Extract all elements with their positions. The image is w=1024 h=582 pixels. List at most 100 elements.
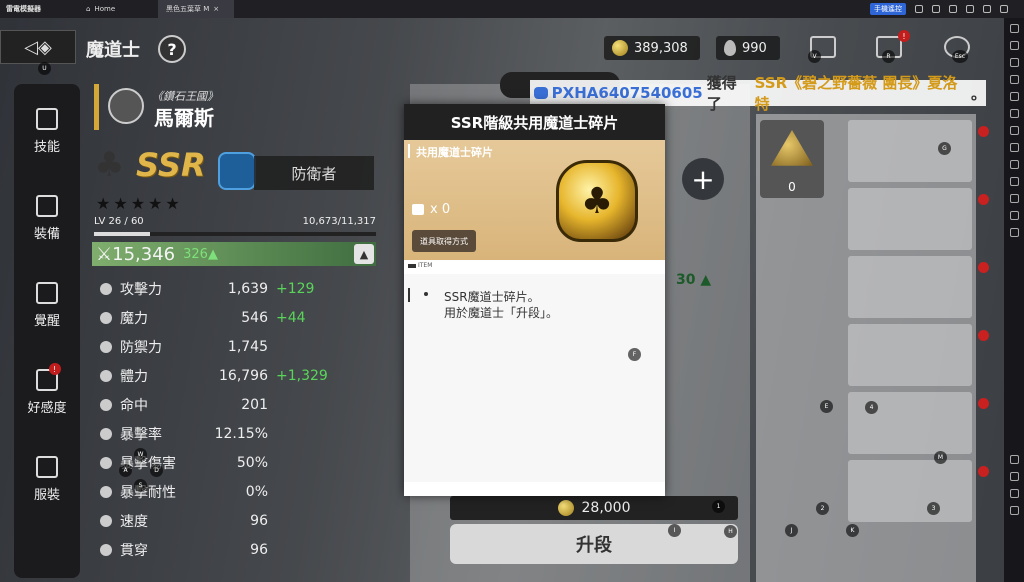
collapse-stats-button[interactable]: ▲	[354, 244, 374, 264]
add-material-button[interactable]: +	[682, 158, 724, 200]
sword-icon: ⚔	[96, 243, 113, 265]
maximize-icon[interactable]	[983, 5, 991, 13]
name-accent-bar	[94, 84, 99, 130]
close-tab-icon[interactable]: ×	[213, 5, 219, 13]
gamepad-icon[interactable]	[915, 5, 923, 13]
gold-coin-icon	[557, 500, 574, 516]
bag-icon	[412, 204, 424, 215]
level-label: LV 26 / 60	[94, 216, 144, 227]
item-quantity-value: x 0	[430, 202, 451, 217]
item-quantity: x 0	[412, 202, 450, 217]
help-button[interactable]: ?	[158, 35, 186, 63]
menu-affinity[interactable]: ! 好感度	[27, 363, 67, 416]
affinity-badge: !	[48, 363, 61, 375]
menu-awaken[interactable]: 覺醒	[34, 282, 60, 329]
list-badge	[978, 126, 989, 137]
user-icon[interactable]	[932, 5, 940, 13]
folder-icon[interactable]	[1009, 194, 1019, 203]
tab-home[interactable]: ⌂ Home	[78, 0, 158, 18]
hotkey-s: S	[134, 479, 147, 492]
emulator-brand: 雷電模擬器	[6, 5, 41, 13]
menu-skills[interactable]: 技能	[34, 108, 60, 155]
item-section-text: ITEM	[418, 262, 433, 269]
hotkey-f: F	[628, 348, 641, 361]
settings-icon[interactable]	[1009, 24, 1019, 33]
back-button[interactable]: ◁◈	[0, 30, 76, 64]
hotkey-a: A	[119, 464, 132, 477]
list-item[interactable]	[848, 188, 972, 250]
role-label: 防衛者	[254, 156, 374, 190]
upgrade-cost-value: 28,000	[581, 500, 631, 516]
stat-row: 體力 16,796 +1,329	[100, 361, 360, 390]
power-increase: 326▲	[183, 246, 218, 262]
home-icon: ⌂	[86, 5, 91, 13]
gem-counter: 990	[716, 36, 780, 60]
tab-game-label: 黑色五葉草 M	[166, 5, 210, 13]
stat-row: 攻擊力 1,639 +129	[100, 274, 360, 303]
menu-affinity-label: 好感度	[27, 401, 67, 416]
list-item[interactable]	[848, 120, 972, 182]
rank-up-button[interactable]: 升段	[450, 524, 738, 564]
modal-title: SSR階級共用魔道士碎片	[404, 104, 665, 140]
rank-target: 30 ▲	[676, 272, 712, 288]
list-item[interactable]	[848, 460, 972, 522]
list-badge	[978, 466, 989, 477]
close-window-icon[interactable]	[1000, 5, 1008, 13]
menu-icon[interactable]	[949, 5, 957, 13]
home-nav-icon[interactable]	[1009, 489, 1019, 498]
tab-game[interactable]: 黑色五葉草 M ×	[158, 0, 234, 18]
announce-user: PXHA6407540605	[551, 84, 703, 102]
list-item[interactable]	[848, 256, 972, 318]
shake-icon[interactable]	[1009, 228, 1019, 237]
stat-value: 50%	[236, 454, 268, 471]
tab-home-label: Home	[94, 5, 116, 13]
sync-icon[interactable]	[1009, 177, 1019, 186]
announce-item: SSR《碧之野薔薇 團長》夏洛特	[754, 74, 958, 113]
announce-text: 獲得了	[706, 74, 737, 113]
screenshot-icon[interactable]	[1009, 109, 1019, 118]
hotkey-u: U	[38, 62, 51, 75]
stat-value: 1,745	[227, 338, 268, 355]
menu-costume[interactable]: 服裝	[34, 456, 60, 503]
list-item[interactable]	[848, 392, 972, 454]
menu-equipment[interactable]: 裝備	[34, 195, 60, 242]
desc-line-1: SSR魔道士碎片。	[444, 290, 540, 304]
volume-up-icon[interactable]	[1009, 58, 1019, 67]
fullscreen-icon[interactable]	[1009, 92, 1019, 101]
stat-icon	[100, 398, 112, 411]
awaken-icon	[35, 282, 58, 304]
volume-down-icon[interactable]	[1009, 75, 1019, 84]
minimize-icon[interactable]	[966, 5, 974, 13]
stat-name: 貫穿	[120, 542, 148, 559]
apk-icon[interactable]	[1009, 143, 1019, 152]
stat-icon	[100, 369, 112, 382]
how-to-obtain-button[interactable]: 道具取得方式	[412, 230, 476, 252]
announcement-banner: PXHA6407540605 獲得了 SSR《碧之野薔薇 團長》夏洛特 。	[530, 74, 986, 113]
shard-gem-icon: ♣	[556, 160, 638, 242]
hotkey-d: D	[150, 464, 163, 477]
remote-control-button[interactable]: 手機遙控	[870, 3, 906, 15]
item-showcase: 共用魔道士碎片 x 0 道具取得方式 ♣	[404, 140, 665, 260]
rotate-icon[interactable]	[1009, 455, 1019, 464]
multi-instance-icon[interactable]	[1009, 160, 1019, 169]
hotkey-esc: Esc	[952, 50, 968, 63]
hotkey-2: 2	[816, 502, 829, 515]
shard-count: 0	[788, 180, 796, 194]
stat-name: 攻擊力	[120, 281, 162, 298]
shard-slot[interactable]: 0	[760, 120, 824, 198]
record-icon[interactable]	[1009, 126, 1019, 135]
recent-apps-icon[interactable]	[1009, 506, 1019, 515]
list-item[interactable]	[848, 324, 972, 386]
stat-bonus: +1,329	[276, 367, 328, 384]
stat-name: 體力	[120, 368, 148, 385]
stat-bonus: +129	[276, 280, 315, 297]
back-nav-icon[interactable]	[1009, 472, 1019, 481]
list-badge	[978, 194, 989, 205]
keyboard-icon[interactable]	[1009, 41, 1019, 50]
stat-icon	[100, 282, 112, 295]
star-rating: ★★★★★	[96, 194, 183, 213]
chat-notification-badge: !	[898, 30, 910, 42]
hanger-icon	[35, 456, 58, 478]
hotkey-1: 1	[712, 500, 725, 513]
location-icon[interactable]	[1009, 211, 1019, 220]
